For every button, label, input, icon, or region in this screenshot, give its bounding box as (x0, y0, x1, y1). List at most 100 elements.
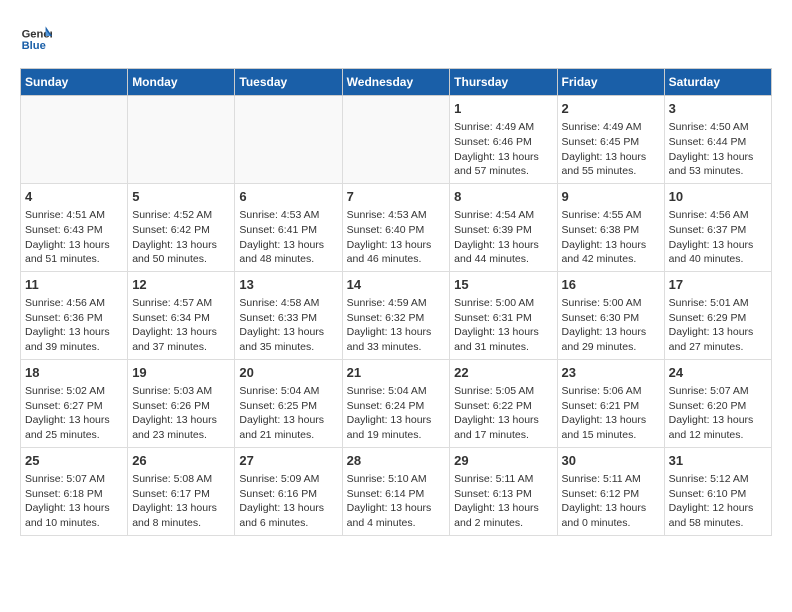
day-info: Sunrise: 5:00 AM (454, 296, 552, 311)
day-info: Sunrise: 5:10 AM (347, 472, 446, 487)
col-header-thursday: Thursday (450, 69, 557, 96)
day-info: Sunrise: 5:04 AM (347, 384, 446, 399)
day-info: Sunset: 6:10 PM (669, 487, 767, 502)
day-info: Sunset: 6:32 PM (347, 311, 446, 326)
day-info: and 58 minutes. (669, 516, 767, 531)
day-info: and 6 minutes. (239, 516, 337, 531)
day-info: Sunrise: 4:53 AM (347, 208, 446, 223)
day-number: 27 (239, 452, 337, 470)
day-info: Sunset: 6:33 PM (239, 311, 337, 326)
calendar-cell: 18Sunrise: 5:02 AMSunset: 6:27 PMDayligh… (21, 359, 128, 447)
col-header-friday: Friday (557, 69, 664, 96)
day-info: Sunset: 6:20 PM (669, 399, 767, 414)
calendar-cell (21, 96, 128, 184)
day-info: Daylight: 13 hours (132, 501, 230, 516)
day-info: and 19 minutes. (347, 428, 446, 443)
day-info: Sunrise: 4:49 AM (562, 120, 660, 135)
calendar-cell (235, 96, 342, 184)
week-row-1: 1Sunrise: 4:49 AMSunset: 6:46 PMDaylight… (21, 96, 772, 184)
day-info: and 2 minutes. (454, 516, 552, 531)
day-info: Daylight: 13 hours (562, 501, 660, 516)
day-info: Sunrise: 4:53 AM (239, 208, 337, 223)
day-info: Sunrise: 4:49 AM (454, 120, 552, 135)
calendar-cell: 21 Sunrise: 5:04 AMSunset: 6:24 PMDayligh… (342, 359, 450, 447)
day-number: 24 (669, 364, 767, 382)
calendar-cell: 31Sunrise: 5:12 AMSunset: 6:10 PMDayligh… (664, 447, 771, 535)
day-info: Sunset: 6:34 PM (132, 311, 230, 326)
day-info: Daylight: 13 hours (347, 413, 446, 428)
day-info: Sunrise: 5:11 AM (454, 472, 552, 487)
day-info: Sunrise: 4:57 AM (132, 296, 230, 311)
day-info: Sunrise: 5:00 AM (562, 296, 660, 311)
day-info: Sunrise: 4:55 AM (562, 208, 660, 223)
calendar-cell: 12Sunrise: 4:57 AMSunset: 6:34 PMDayligh… (128, 271, 235, 359)
day-number: 16 (562, 276, 660, 294)
day-info: and 10 minutes. (25, 516, 123, 531)
day-info: and 55 minutes. (562, 164, 660, 179)
day-info: and 31 minutes. (454, 340, 552, 355)
day-info: Sunset: 6:31 PM (454, 311, 552, 326)
calendar-cell: 20Sunrise: 5:04 AMSunset: 6:25 PMDayligh… (235, 359, 342, 447)
week-row-5: 25Sunrise: 5:07 AMSunset: 6:18 PMDayligh… (21, 447, 772, 535)
day-info: and 51 minutes. (25, 252, 123, 267)
day-info: Daylight: 13 hours (562, 325, 660, 340)
calendar-cell: 17Sunrise: 5:01 AMSunset: 6:29 PMDayligh… (664, 271, 771, 359)
day-info: Sunrise: 4:58 AM (239, 296, 337, 311)
day-number: 3 (669, 100, 767, 118)
day-number: 1 (454, 100, 552, 118)
calendar-cell: 9Sunrise: 4:55 AMSunset: 6:38 PMDaylight… (557, 183, 664, 271)
col-header-sunday: Sunday (21, 69, 128, 96)
day-info: and 33 minutes. (347, 340, 446, 355)
calendar-cell: 28Sunrise: 5:10 AMSunset: 6:14 PMDayligh… (342, 447, 450, 535)
calendar-cell: 11Sunrise: 4:56 AMSunset: 6:36 PMDayligh… (21, 271, 128, 359)
day-info: and 4 minutes. (347, 516, 446, 531)
day-info: and 12 minutes. (669, 428, 767, 443)
calendar-cell: 6Sunrise: 4:53 AMSunset: 6:41 PMDaylight… (235, 183, 342, 271)
day-info: Sunrise: 5:07 AM (669, 384, 767, 399)
day-info: Sunset: 6:41 PM (239, 223, 337, 238)
calendar-cell: 8Sunrise: 4:54 AMSunset: 6:39 PMDaylight… (450, 183, 557, 271)
day-info: Sunset: 6:24 PM (347, 399, 446, 414)
day-number: 2 (562, 100, 660, 118)
day-info: Sunrise: 5:01 AM (669, 296, 767, 311)
day-info: and 53 minutes. (669, 164, 767, 179)
day-info: Daylight: 13 hours (454, 238, 552, 253)
day-info: Sunrise: 4:59 AM (347, 296, 446, 311)
day-info: Sunrise: 4:56 AM (669, 208, 767, 223)
day-info: Daylight: 13 hours (132, 325, 230, 340)
day-info: and 8 minutes. (132, 516, 230, 531)
col-header-tuesday: Tuesday (235, 69, 342, 96)
day-number: 25 (25, 452, 123, 470)
day-info: and 39 minutes. (25, 340, 123, 355)
day-number: 28 (347, 452, 446, 470)
day-info: Sunrise: 4:50 AM (669, 120, 767, 135)
day-number: 14 (347, 276, 446, 294)
day-info: Daylight: 13 hours (454, 501, 552, 516)
calendar-cell: 4Sunrise: 4:51 AMSunset: 6:43 PMDaylight… (21, 183, 128, 271)
calendar-cell (342, 96, 450, 184)
header-row: SundayMondayTuesdayWednesdayThursdayFrid… (21, 69, 772, 96)
day-info: Sunrise: 4:56 AM (25, 296, 123, 311)
day-info: Sunset: 6:40 PM (347, 223, 446, 238)
day-info: Sunrise: 4:54 AM (454, 208, 552, 223)
day-info: and 17 minutes. (454, 428, 552, 443)
day-info: Daylight: 13 hours (239, 325, 337, 340)
day-info: Sunrise: 4:51 AM (25, 208, 123, 223)
day-number: 19 (132, 364, 230, 382)
day-info: Sunset: 6:38 PM (562, 223, 660, 238)
day-info: and 37 minutes. (132, 340, 230, 355)
day-info: Daylight: 13 hours (347, 325, 446, 340)
day-number: 9 (562, 188, 660, 206)
day-info: Sunrise: 5:08 AM (132, 472, 230, 487)
day-info: Daylight: 13 hours (454, 325, 552, 340)
day-number: 21 (347, 364, 446, 382)
day-number: 5 (132, 188, 230, 206)
calendar-cell: 19Sunrise: 5:03 AMSunset: 6:26 PMDayligh… (128, 359, 235, 447)
calendar-cell: 7Sunrise: 4:53 AMSunset: 6:40 PMDaylight… (342, 183, 450, 271)
day-info: Daylight: 13 hours (562, 413, 660, 428)
day-info: Daylight: 13 hours (454, 413, 552, 428)
day-number: 6 (239, 188, 337, 206)
day-number: 20 (239, 364, 337, 382)
day-number: 22 (454, 364, 552, 382)
day-number: 13 (239, 276, 337, 294)
